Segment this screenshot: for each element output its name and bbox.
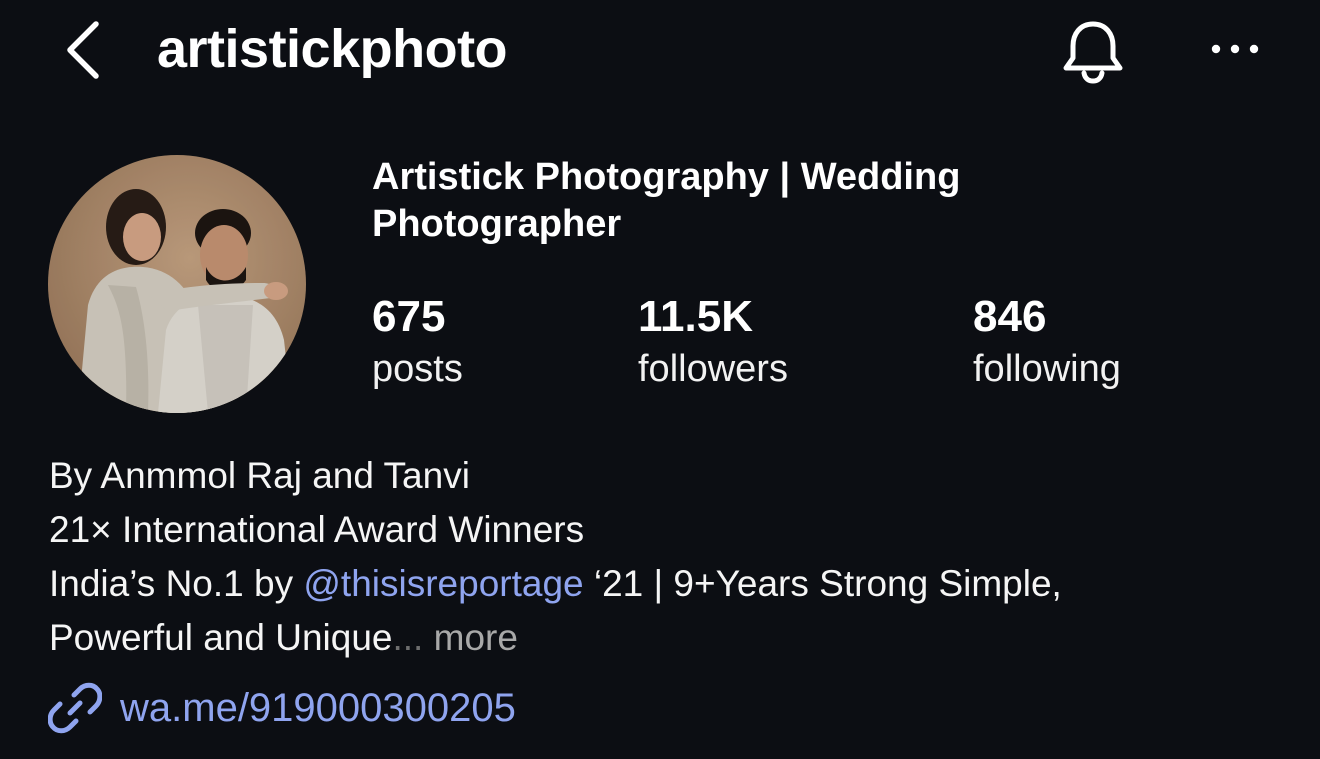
bio-text: India’s No.1 by	[49, 563, 304, 604]
profile-avatar[interactable]	[48, 155, 306, 413]
following-label: following	[973, 348, 1121, 390]
notifications-button[interactable]	[1058, 18, 1128, 84]
profile-bio: By Anmmol Raj and Tanvi 21× Internationa…	[49, 449, 1279, 665]
bio-text: ‘21 | 9+Years Strong Simple,	[583, 563, 1062, 604]
external-link[interactable]: wa.me/919000300205	[47, 680, 516, 736]
link-icon	[47, 681, 103, 735]
posts-label: posts	[372, 348, 463, 390]
followers-label: followers	[638, 348, 788, 390]
external-link-url: wa.me/919000300205	[120, 686, 516, 730]
followers-count: 11.5K	[638, 292, 753, 341]
bio-line: India’s No.1 by @thisisreportage ‘21 | 9…	[49, 557, 1279, 611]
following-stat[interactable]: 846 following	[973, 290, 1121, 394]
bell-icon	[1063, 21, 1123, 84]
following-count: 846	[973, 292, 1047, 341]
more-options-button[interactable]	[1206, 32, 1264, 66]
bio-line: By Anmmol Raj and Tanvi	[49, 455, 470, 496]
followers-stat[interactable]: 11.5K followers	[638, 290, 788, 394]
profile-username: artistickphoto	[157, 19, 508, 79]
bio-text: Powerful and Unique	[49, 617, 393, 658]
avatar-image	[48, 155, 306, 413]
posts-count: 675	[372, 292, 446, 341]
chevron-left-icon	[67, 21, 99, 79]
posts-stat[interactable]: 675 posts	[372, 290, 463, 394]
bio-more-button[interactable]: more	[423, 617, 518, 658]
bio-line: 21× International Award Winners	[49, 509, 585, 550]
top-navigation-bar: artistickphoto	[0, 0, 1320, 104]
bio-ellipsis: ...	[392, 617, 424, 658]
profile-full-name: Artistick Photography | Wedding Photogra…	[372, 156, 961, 245]
mention-link[interactable]: @thisisreportage	[303, 563, 583, 604]
back-button[interactable]	[58, 18, 110, 82]
ellipsis-horizontal-icon	[1211, 44, 1259, 54]
bio-line: Powerful and Unique... more	[49, 611, 1279, 665]
